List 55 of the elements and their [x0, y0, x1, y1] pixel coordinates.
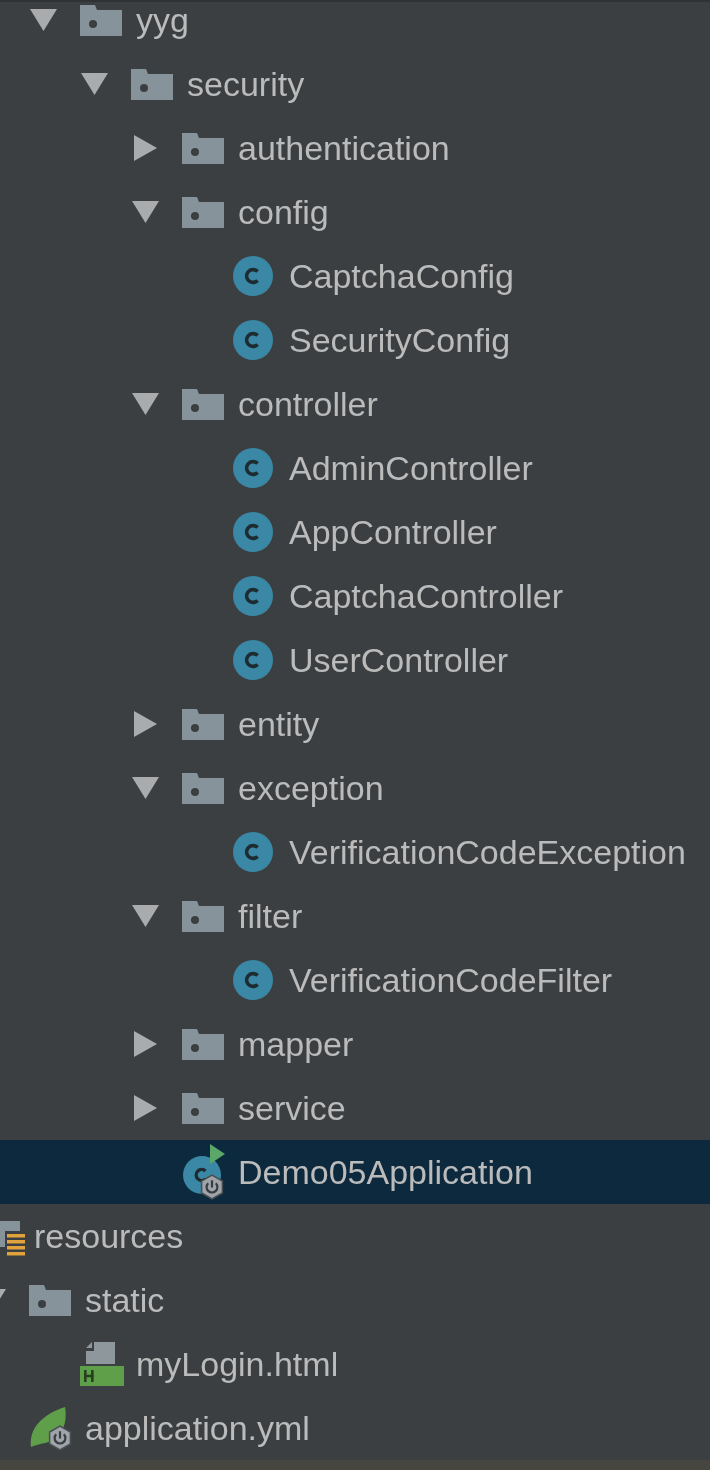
caret-down-icon[interactable] [132, 393, 159, 415]
tree-item[interactable]: myLogin.html [0, 1332, 710, 1396]
tree-item[interactable]: AppController [0, 500, 710, 564]
class-icon [233, 256, 273, 296]
caret-right-icon[interactable] [134, 1095, 157, 1121]
application-class-icon [182, 1144, 226, 1200]
class-icon [233, 576, 273, 616]
caret-down-icon[interactable] [81, 73, 108, 95]
tree-item[interactable]: controller [0, 372, 710, 436]
tree-item[interactable]: SecurityConfig [0, 308, 710, 372]
tree-item[interactable]: yyg [0, 2, 710, 52]
folder-icon [182, 196, 224, 228]
caret-down-icon[interactable] [132, 905, 159, 927]
tree-item[interactable]: UserController [0, 628, 710, 692]
tree-item[interactable]: VerificationCodeException [0, 820, 710, 884]
leaf-file-icon [29, 1405, 73, 1451]
caret-right-icon[interactable] [134, 1031, 157, 1057]
class-icon [233, 448, 273, 488]
tree-item[interactable]: CaptchaConfig [0, 244, 710, 308]
caret-down-icon[interactable] [30, 9, 57, 31]
folder-icon [131, 68, 173, 100]
class-icon [233, 512, 273, 552]
tree-item[interactable]: filter [0, 884, 710, 948]
caret-down-icon[interactable] [132, 777, 159, 799]
tree-item[interactable]: mapper [0, 1012, 710, 1076]
class-icon [233, 640, 273, 680]
folder-icon [182, 1092, 224, 1124]
caret-down-icon[interactable] [132, 201, 159, 223]
tree-item[interactable]: security [0, 52, 710, 116]
tree-item[interactable]: static [0, 1268, 710, 1332]
html-file-icon [80, 1342, 124, 1386]
tree-item[interactable]: application.yml [0, 1396, 710, 1460]
class-icon [233, 960, 273, 1000]
folder-icon [182, 708, 224, 740]
folder-icon [182, 772, 224, 804]
tree-item[interactable]: config [0, 180, 710, 244]
tree-item[interactable]: authentication [0, 116, 710, 180]
tree-item[interactable]: resources [0, 1204, 710, 1268]
caret-right-icon[interactable] [134, 135, 157, 161]
folder-icon [182, 388, 224, 420]
tree-item[interactable]: AdminController [0, 436, 710, 500]
folder-icon [182, 1028, 224, 1060]
tree-item[interactable]: VerificationCodeFilter [0, 948, 710, 1012]
tree-item[interactable]: entity [0, 692, 710, 756]
tree-item[interactable]: service [0, 1076, 710, 1140]
tree-item[interactable]: exception [0, 756, 710, 820]
folder-icon [182, 900, 224, 932]
class-icon [233, 320, 273, 360]
folder-icon [29, 1284, 71, 1316]
class-icon [233, 832, 273, 872]
folder-icon [80, 4, 122, 36]
tree-item[interactable]: CaptchaController [0, 564, 710, 628]
caret-right-icon[interactable] [134, 711, 157, 737]
folder-icon [182, 132, 224, 164]
tree-item[interactable]: Demo05Application [0, 1140, 710, 1204]
